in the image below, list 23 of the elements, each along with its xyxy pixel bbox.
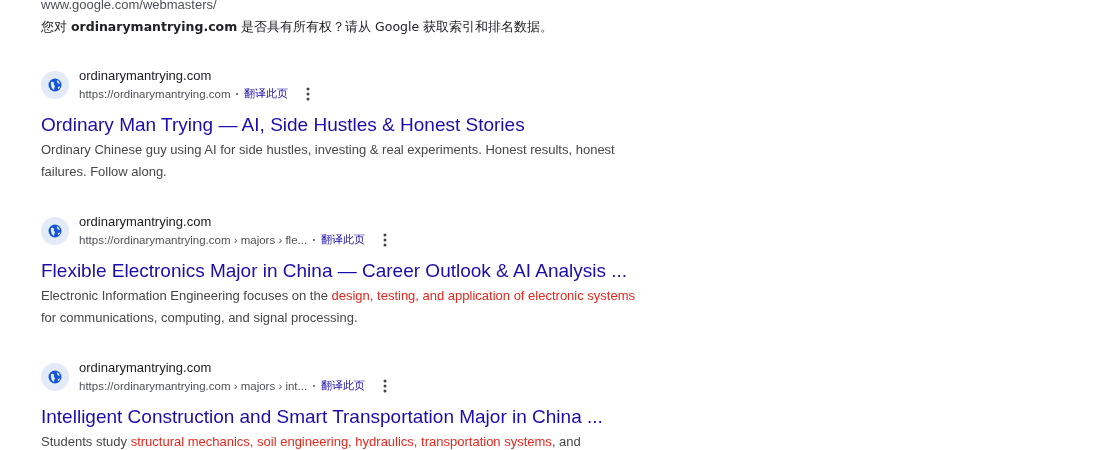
result-title-link[interactable]: Flexible Electronics Major in China — Career Outlook & AI Analysis ...	[41, 259, 628, 283]
more-options-icon[interactable]	[383, 233, 388, 247]
result-snippet: Students study structural mechanics, soil engineering, hydraulics, transportation systems, and	[41, 433, 582, 450]
result-snippet: Electronic Information Engineering focuses on the design, testing, and application of electronic systems for communications, computing, and signal processing.	[41, 287, 637, 327]
globe-icon[interactable]	[41, 363, 69, 391]
result-title-link[interactable]: Intelligent Construction and Smart Transportation Major in China ...	[41, 405, 603, 429]
translate-link[interactable]: 翻译此页	[321, 377, 366, 395]
translate-link[interactable]: 翻译此页	[321, 231, 366, 249]
webmasters-url: www.google.com/webmasters/	[41, 0, 218, 12]
site-name: ordinarymantrying.com	[79, 67, 213, 85]
globe-icon[interactable]	[41, 71, 69, 99]
result-url: https://ordinarymantrying.com › majors › int...	[79, 379, 308, 394]
result-url: https://ordinarymantrying.com › majors › fle...	[79, 233, 308, 248]
more-options-icon[interactable]	[306, 87, 311, 101]
translate-link[interactable]: 翻译此页	[244, 85, 289, 103]
more-options-icon[interactable]	[383, 379, 388, 393]
result-url: https://ordinarymantrying.com	[79, 87, 231, 102]
site-name: ordinarymantrying.com	[79, 359, 213, 377]
ownership-notice: 您对 ordinarymantrying.com 是否具有所有权？请从 Google 获取索引和排名数据。	[41, 18, 555, 36]
globe-icon[interactable]	[41, 217, 69, 245]
site-name: ordinarymantrying.com	[79, 213, 213, 231]
result-title-link[interactable]: Ordinary Man Trying — AI, Side Hustles & Honest Stories	[41, 113, 525, 137]
result-snippet: Ordinary Chinese guy using AI for side hustles, investing & real experiments. Honest results, honest failures. Follow along.	[41, 141, 616, 181]
